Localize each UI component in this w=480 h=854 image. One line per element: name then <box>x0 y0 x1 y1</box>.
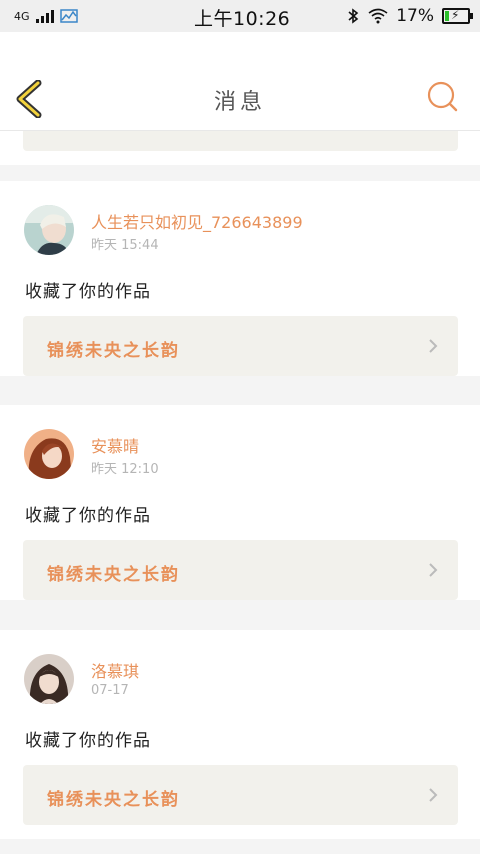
activity-chart-icon <box>59 9 78 23</box>
status-left: 4G <box>14 0 78 32</box>
status-right: 17% ⚡ <box>346 0 473 32</box>
work-title: 锦绣未央之长韵 <box>47 565 180 585</box>
message-time: 07-17 <box>91 683 129 698</box>
work-card[interactable]: 锦绣未央之长韵 <box>23 316 458 376</box>
username[interactable]: 安慕晴 <box>91 433 139 457</box>
work-title: 锦绣未央之长韵 <box>47 341 180 361</box>
chevron-right-icon <box>429 339 438 353</box>
app-header: 消息 <box>0 32 480 131</box>
message-time: 昨天 12:10 <box>91 462 159 477</box>
battery-percent: 17% <box>396 6 434 26</box>
status-time: 上午10:26 <box>194 8 291 30</box>
message-card[interactable]: 安慕晴 昨天 12:10 收藏了你的作品 锦绣未央之长韵 <box>0 405 480 600</box>
message-card[interactable]: 洛慕琪 07-17 收藏了你的作品 锦绣未央之长韵 <box>0 630 480 839</box>
avatar[interactable] <box>24 429 74 479</box>
work-card[interactable]: 锦绣未央之长韵 <box>23 540 458 600</box>
chevron-right-icon <box>429 788 438 802</box>
message-card[interactable]: 人生若只如初见_726643899 昨天 15:44 收藏了你的作品 锦绣未央之… <box>0 181 480 376</box>
previous-message-tail <box>0 131 480 165</box>
work-card[interactable]: 锦绣未央之长韵 <box>23 765 458 825</box>
action-text: 收藏了你的作品 <box>25 282 151 302</box>
work-title: 锦绣未央之长韵 <box>47 790 180 810</box>
bluetooth-icon <box>348 8 359 24</box>
signal-icon <box>35 9 54 23</box>
username[interactable]: 洛慕琪 <box>91 658 139 682</box>
avatar[interactable] <box>24 654 74 704</box>
battery-fill <box>445 11 449 21</box>
network-type: 4G <box>14 9 30 23</box>
message-time: 昨天 15:44 <box>91 238 159 253</box>
status-bar: 4G 上午10:26 17% ⚡ <box>0 0 480 32</box>
previous-work-card[interactable] <box>23 131 458 151</box>
action-text: 收藏了你的作品 <box>25 731 151 751</box>
chevron-right-icon <box>429 563 438 577</box>
wifi-icon <box>368 8 388 24</box>
page-title: 消息 <box>213 90 266 115</box>
battery-icon: ⚡ <box>442 8 473 24</box>
avatar[interactable] <box>24 205 74 255</box>
search-icon[interactable] <box>426 80 458 112</box>
action-text: 收藏了你的作品 <box>25 506 151 526</box>
username[interactable]: 人生若只如初见_726643899 <box>91 209 303 233</box>
